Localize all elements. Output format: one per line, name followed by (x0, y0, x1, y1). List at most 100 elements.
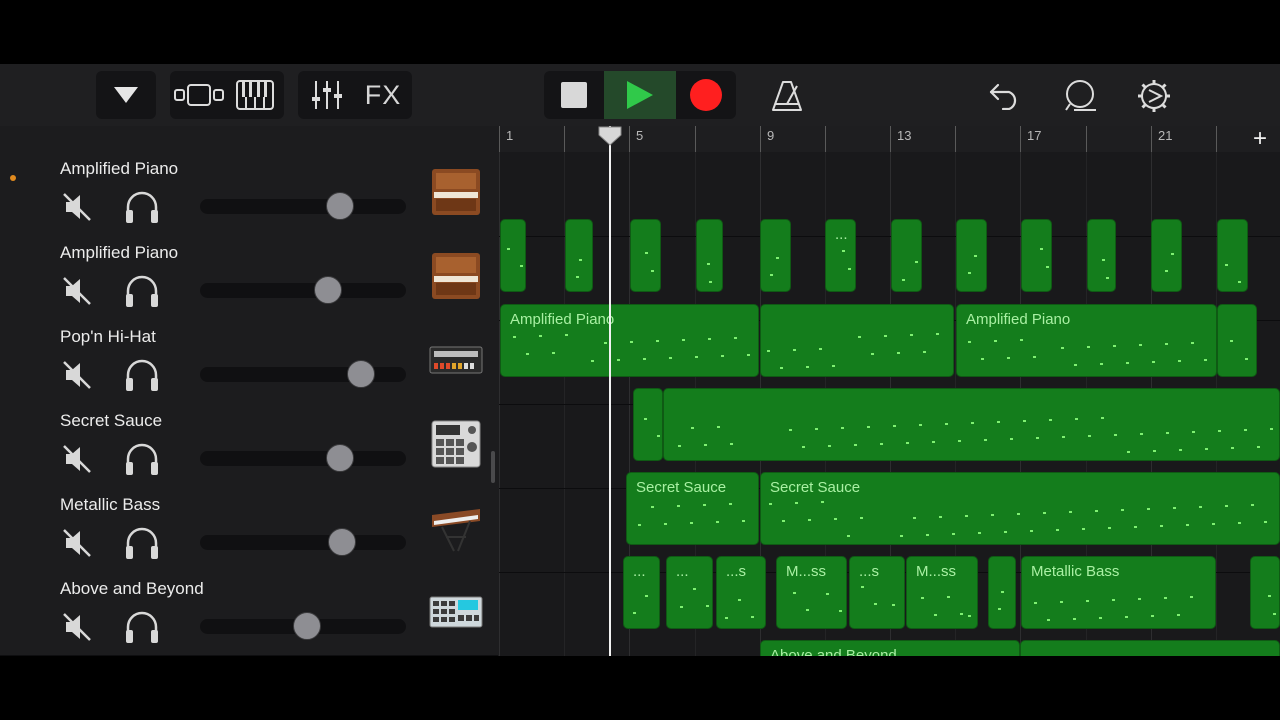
drum-pad-icon (429, 596, 483, 628)
bar-tick (629, 126, 630, 152)
volume-knob[interactable] (328, 528, 357, 556)
browser-toggle-button[interactable] (96, 71, 156, 119)
metronome-button[interactable] (768, 77, 806, 115)
track-header[interactable]: Pop'n Hi-Hat (0, 319, 498, 404)
track-lane[interactable]: ... (499, 152, 1280, 292)
loop-browser-icon (1065, 80, 1096, 111)
mute-icon[interactable] (62, 359, 94, 391)
track-name: Metallic Bass (60, 495, 161, 514)
volume-knob[interactable] (326, 444, 355, 472)
bar-tick (955, 126, 956, 152)
bar-tick (1020, 126, 1021, 152)
track-lane[interactable]: Amplified Piano Amplified Piano (499, 236, 1280, 377)
undo-button[interactable] (986, 77, 1024, 115)
bar-tick (1086, 126, 1087, 152)
bar-number: 9 (767, 128, 775, 143)
loop-browser-button[interactable] (1061, 77, 1099, 115)
bar-tick (499, 126, 500, 152)
track-header[interactable]: Metallic Bass (0, 487, 498, 572)
bar-number: 21 (1158, 128, 1173, 143)
headphones-icon[interactable] (124, 442, 160, 476)
synthesizer-icon (432, 509, 480, 552)
arrangement-area[interactable]: ... Amplified Piano Amplified Piano Secr… (499, 152, 1280, 656)
volume-slider[interactable] (200, 528, 406, 556)
volume-knob[interactable] (293, 612, 322, 640)
bar-number: 17 (1027, 128, 1042, 143)
headphones-icon[interactable] (124, 610, 160, 644)
volume-slider[interactable] (200, 276, 406, 304)
mute-icon[interactable] (62, 275, 94, 307)
track-header[interactable]: Amplified Piano (0, 151, 498, 236)
midi-region[interactable] (1020, 640, 1280, 656)
transport-controls (544, 71, 736, 119)
bar-number: 5 (636, 128, 644, 143)
track-headers: Amplified Piano Amplified Piano Pop'n Hi… (0, 151, 498, 656)
volume-slider[interactable] (200, 612, 406, 640)
headphones-icon[interactable] (124, 190, 160, 224)
tracks-view-icon (174, 84, 224, 106)
volume-knob[interactable] (346, 360, 375, 388)
mixer-button[interactable] (299, 80, 355, 110)
settings-button[interactable] (1135, 77, 1173, 115)
selected-track-indicator (10, 175, 16, 181)
fx-button[interactable]: FX (355, 80, 411, 111)
play-icon (627, 81, 653, 109)
mixer-icon (312, 81, 342, 109)
mute-icon[interactable] (62, 191, 94, 223)
track-name: Above and Beyond (60, 579, 204, 598)
control-bar: FX (0, 64, 1280, 126)
bar-tick (564, 126, 565, 152)
headphones-icon[interactable] (124, 526, 160, 560)
track-header[interactable]: Above and Beyond (0, 571, 498, 656)
midi-region[interactable]: Above and Beyond (760, 640, 1020, 656)
track-header[interactable]: Secret Sauce (0, 403, 498, 488)
play-button[interactable] (604, 71, 676, 119)
mute-icon[interactable] (62, 527, 94, 559)
track-name: Secret Sauce (60, 411, 163, 430)
mute-icon[interactable] (62, 443, 94, 475)
volume-slider[interactable] (200, 444, 406, 472)
headphones-icon[interactable] (124, 274, 160, 308)
drum-machine-icon (429, 346, 483, 374)
volume-slider[interactable] (200, 360, 406, 388)
bar-tick (695, 126, 696, 152)
garageband-app: FX Amplified Piano Amplified Piano Pop'n… (0, 64, 1280, 656)
bar-tick (890, 126, 891, 152)
headphones-icon[interactable] (124, 358, 160, 392)
track-header[interactable]: Amplified Piano (0, 235, 498, 320)
undo-icon (989, 83, 1017, 110)
view-switcher (170, 71, 284, 119)
bar-tick (1216, 126, 1217, 152)
volume-knob[interactable] (326, 192, 355, 220)
keyboard-icon (236, 80, 274, 110)
triangle-down-icon (114, 87, 138, 103)
bar-tick (760, 126, 761, 152)
tracks-view-button[interactable] (171, 83, 227, 107)
stop-icon (561, 82, 587, 108)
bar-number: 13 (897, 128, 912, 143)
record-button[interactable] (676, 71, 736, 119)
metronome-icon (772, 81, 802, 111)
volume-knob[interactable] (313, 276, 342, 304)
keyboard-button[interactable] (227, 80, 283, 110)
track-lane[interactable]: ... ... ...s M...ss ...s M...ss Metallic… (499, 488, 1280, 629)
track-lane[interactable]: Secret Sauce Secret Sauce (499, 404, 1280, 545)
upright-piano-icon (432, 169, 480, 215)
stop-button[interactable] (544, 71, 604, 119)
mute-icon[interactable] (62, 611, 94, 643)
settings-icon (1138, 80, 1170, 112)
vertical-scrollbar[interactable] (491, 451, 495, 483)
playhead[interactable] (609, 126, 611, 656)
track-lane[interactable] (499, 320, 1280, 461)
add-section-button[interactable]: + (1240, 126, 1280, 152)
region-label: Above and Beyond (770, 647, 897, 656)
track-name: Amplified Piano (60, 159, 179, 178)
track-lane[interactable]: Above and Beyond (499, 572, 1280, 656)
mixer-fx-group: FX (298, 71, 412, 119)
playhead-handle[interactable] (598, 126, 622, 146)
volume-slider[interactable] (200, 192, 406, 220)
bar-number: 1 (506, 128, 514, 143)
record-icon (690, 79, 722, 111)
bar-tick (1151, 126, 1152, 152)
track-name: Amplified Piano (60, 243, 179, 262)
